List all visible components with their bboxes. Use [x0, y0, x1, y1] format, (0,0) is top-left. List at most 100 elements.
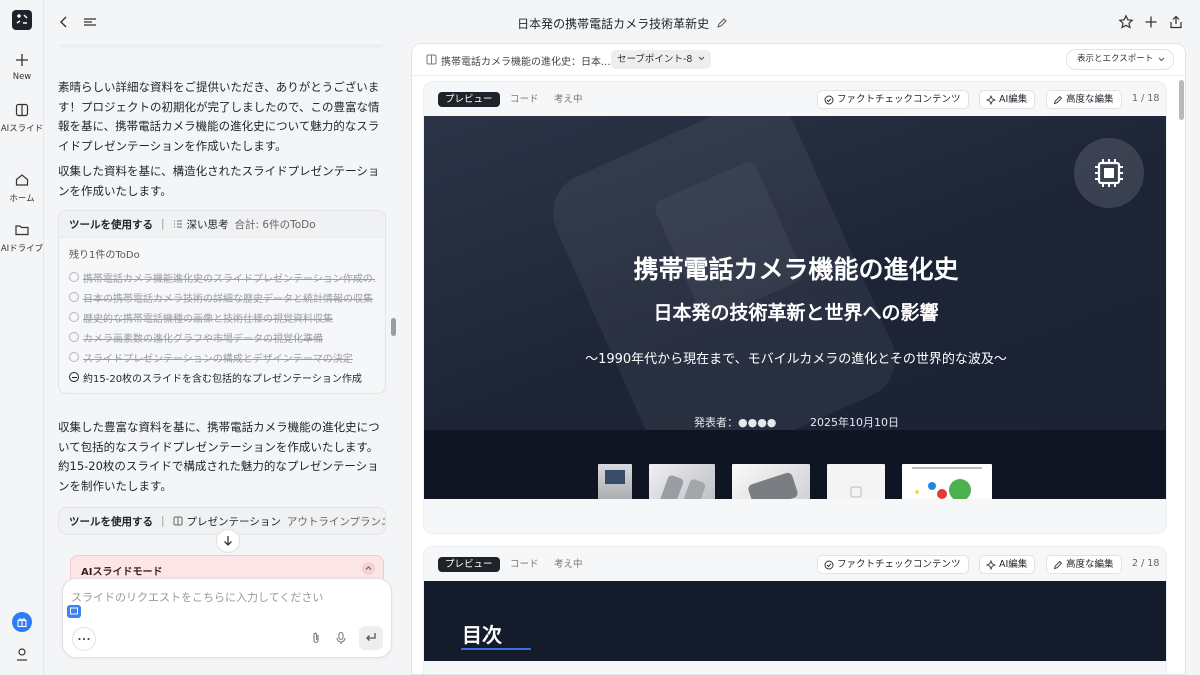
tool-label: ツールを使用する [69, 218, 153, 231]
todo-text: 歴史的な携帯電話機種の画像と技術仕様の視覚資料収集 [83, 313, 333, 325]
assistant-message-2: 収集した資料を基に、構造化されたスライドプレゼンテーションを作成いたします。 [58, 164, 380, 198]
phone-thumb-2000 [649, 464, 715, 499]
ellipsis-icon [78, 638, 90, 640]
advanced-edit-button[interactable]: 高度な編集 [1046, 555, 1122, 574]
tab-code[interactable]: コード [503, 92, 546, 107]
user-icon[interactable] [14, 646, 30, 662]
tab-thinking[interactable]: 考え中 [547, 557, 590, 572]
folder-icon [14, 222, 30, 238]
minus-circle-icon [69, 372, 79, 382]
slides-scrollbar[interactable] [1179, 80, 1184, 120]
paperclip-icon[interactable] [309, 631, 323, 645]
pencil-icon[interactable] [716, 18, 727, 29]
tab-preview[interactable]: プレビュー [438, 557, 500, 572]
home-icon [14, 172, 30, 188]
advanced-edit-label: 高度な編集 [1066, 94, 1114, 105]
factcheck-button[interactable]: ファクトチェックコンテンツ [817, 90, 969, 109]
slide-card-toolbar: プレビュー コード 考え中 ファクトチェックコンテンツ AI編集 高度な編集 1… [424, 82, 1166, 116]
rail-ai-drive[interactable]: AIドライブ [0, 222, 44, 254]
tool-separator: | [161, 218, 165, 230]
tool-separator: | [161, 515, 165, 527]
slide-mode-badge-icon [67, 605, 81, 618]
app-logo-icon[interactable] [12, 10, 32, 30]
tab-thinking[interactable]: 考え中 [547, 92, 590, 107]
previous-message-tail [58, 44, 386, 48]
slides-icon [14, 102, 30, 118]
chart-thumb-2019 [902, 464, 992, 499]
mode-label: AIスライドモード [81, 567, 163, 578]
tool-label: ツールを使用する [69, 515, 153, 528]
presentation-date: 2025年10月10日 [810, 416, 899, 429]
add-icon[interactable] [1143, 14, 1159, 30]
left-rail: New AIスライド ホーム AIドライブ [0, 0, 44, 675]
arrow-down-icon [224, 536, 232, 546]
check-circle-icon [69, 332, 79, 342]
phone-thumb-2010 [827, 464, 885, 499]
todo-item: 日本の携帯電話カメラ技術の詳細な歴史データと統計情報の収集 [69, 287, 375, 307]
sparkle-icon [986, 94, 996, 105]
chevron-up-icon[interactable] [362, 562, 375, 575]
microphone-icon[interactable] [334, 631, 348, 645]
todo-text: カメラ画素数の進化グラフや市場データの視覚化準備 [83, 333, 323, 345]
slides-icon [426, 54, 437, 65]
rail-ai-slides[interactable]: AIスライド [0, 102, 44, 134]
tab-code[interactable]: コード [503, 557, 546, 572]
sparkle-icon [986, 559, 996, 570]
rail-drive-label: AIドライブ [0, 244, 44, 254]
export-label: 表示とエクスポート [1077, 54, 1154, 64]
breadcrumb[interactable]: 携帯電話カメラ機能の進化史：日本... [441, 53, 611, 68]
gift-icon[interactable] [12, 612, 32, 632]
tool-use-todo-box[interactable]: ツールを使用する | 深い思考 合計: 6件のToDo 残り1件のToDo 携帯… [58, 210, 386, 394]
slide-card-toolbar: プレビュー コード 考え中 ファクトチェックコンテンツ AI編集 高度な編集 2… [424, 547, 1166, 581]
scroll-down-button[interactable] [216, 529, 240, 553]
todo-list: 残り1件のToDo 携帯電話カメラ機能進化史のスライドプレゼンテーション作成の.… [59, 237, 385, 393]
document-title[interactable]: 日本発の携帯電話カメラ技術革新史 [44, 15, 1200, 32]
assistant-message-3: 収集した豊富な資料を基に、携帯電話カメラ機能の進化史について包括的なスライドプレ… [58, 420, 380, 493]
advanced-edit-button[interactable]: 高度な編集 [1046, 90, 1122, 109]
tool-detail: アウトラインプランニ... [286, 515, 385, 528]
panel-resize-handle[interactable] [391, 318, 396, 336]
rail-new-label: New [12, 72, 32, 82]
ai-edit-button[interactable]: AI編集 [979, 90, 1036, 109]
check-circle-icon [824, 560, 834, 570]
document-title-text: 日本発の携帯電話カメラ技術革新史 [517, 17, 710, 31]
view-export-button[interactable]: 表示とエクスポート [1066, 49, 1174, 70]
slide-card-1[interactable]: プレビュー コード 考え中 ファクトチェックコンテンツ AI編集 高度な編集 1… [423, 81, 1167, 534]
savepoint-dropdown[interactable]: セーブポイント-8 [611, 50, 712, 69]
ai-edit-label: AI編集 [999, 94, 1028, 105]
top-bar: 日本発の携帯電話カメラ技術革新史 [44, 0, 1200, 44]
rail-new[interactable]: New [0, 52, 44, 82]
slides-panel: 携帯電話カメラ機能の進化史：日本... セーブポイント-8 表示とエクスポート … [411, 43, 1186, 675]
todo-text: 携帯電話カメラ機能進化史のスライドプレゼンテーション作成の... [83, 273, 375, 285]
tool-head: ツールを使用する | 深い思考 合計: 6件のToDo [59, 211, 385, 237]
ai-edit-label: AI編集 [999, 559, 1028, 570]
chevron-down-icon [698, 56, 705, 61]
factcheck-button[interactable]: ファクトチェックコンテンツ [817, 555, 969, 574]
slide-subtitle: 日本発の技術革新と世界への影響 [653, 302, 939, 324]
more-options-button[interactable] [72, 627, 96, 651]
rail-home[interactable]: ホーム [0, 172, 44, 204]
ai-edit-button[interactable]: AI編集 [979, 555, 1036, 574]
slide-2-title: 目次 [462, 623, 502, 647]
slide-1-canvas: 携帯電話カメラ機能の進化史 日本発の技術革新と世界への影響 ～1990年代から現… [424, 116, 1166, 499]
chat-input-box[interactable]: スライドのリクエストをこちらに入力してください [62, 578, 392, 658]
list-icon [173, 219, 183, 229]
todo-title: 残り1件のToDo [69, 250, 140, 261]
send-button[interactable] [359, 626, 383, 650]
tab-preview[interactable]: プレビュー [438, 92, 500, 107]
image-placeholder-icon [850, 486, 862, 498]
star-icon[interactable] [1118, 14, 1134, 30]
rail-home-label: ホーム [9, 194, 35, 204]
plus-icon [14, 52, 30, 68]
savepoint-label: セーブポイント-8 [617, 54, 693, 65]
check-circle-icon [69, 272, 79, 282]
share-icon[interactable] [1168, 14, 1184, 30]
todo-item: 携帯電話カメラ機能進化史のスライドプレゼンテーション作成の... [69, 267, 375, 287]
chat-input[interactable]: スライドのリクエストをこちらに入力してください [71, 589, 371, 605]
slide-card-2[interactable]: プレビュー コード 考え中 ファクトチェックコンテンツ AI編集 高度な編集 2… [423, 546, 1167, 674]
slide-counter: 2 / 18 [1132, 558, 1160, 569]
timeline-thumbnails [424, 430, 1166, 499]
phone-thumb-2006 [732, 464, 810, 499]
slide-tagline: ～1990年代から現在まで、モバイルカメラの進化とその世界的な波及～ [585, 352, 1007, 367]
pencil-icon [1053, 560, 1063, 570]
